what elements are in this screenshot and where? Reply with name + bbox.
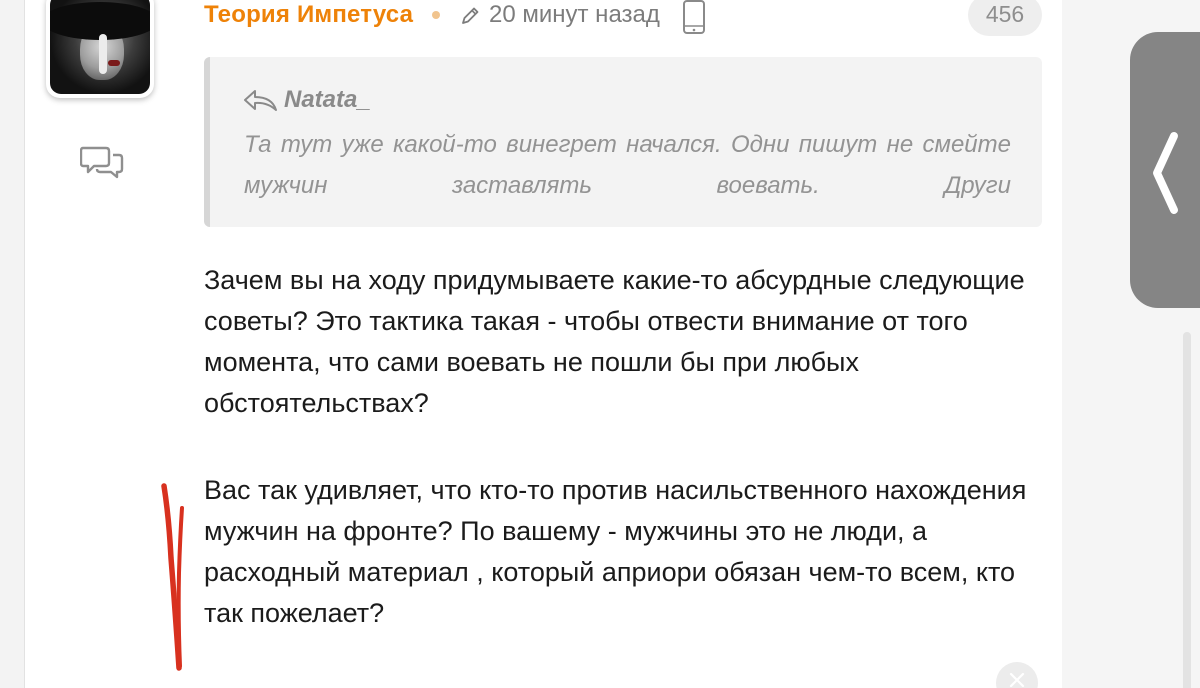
- quoted-reply[interactable]: Natata_ Та тут уже какой-то винегрет нач…: [204, 57, 1042, 227]
- post-timestamp: 20 минут назад: [489, 1, 660, 28]
- avatar-lips: [108, 60, 120, 66]
- mobile-phone-icon: [683, 0, 705, 34]
- quoted-text: Та тут уже какой-то винегрет начался. Од…: [244, 131, 1011, 199]
- quoted-author[interactable]: Natata_: [284, 86, 371, 114]
- comment-paragraph-1: Зачем вы на ходу придумываете какие-то а…: [204, 265, 1025, 418]
- quote-bar: [204, 57, 210, 227]
- reply-arrow-icon: [244, 90, 277, 111]
- side-panel-handle[interactable]: [1130, 32, 1200, 308]
- page: Теория Импетуса 20 минут назад 456 Natat…: [0, 0, 1200, 688]
- author-name[interactable]: Теория Импетуса: [204, 1, 413, 29]
- scrollbar[interactable]: [1183, 332, 1191, 688]
- online-status-dot: [432, 11, 440, 19]
- comment-bubbles-icon[interactable]: [80, 145, 124, 181]
- chevron-left-icon: [1153, 132, 1178, 214]
- post-counter-badge[interactable]: 456: [968, 0, 1042, 36]
- red-annotation-mark: [161, 483, 184, 671]
- avatar-photo: [50, 0, 150, 94]
- comment-paragraph-2: Вас так удивляет, что кто-то против наси…: [204, 475, 1027, 628]
- close-icon: [1009, 672, 1025, 688]
- avatar-finger: [99, 34, 107, 74]
- avatar[interactable]: [46, 0, 154, 98]
- pencil-icon: [462, 7, 479, 24]
